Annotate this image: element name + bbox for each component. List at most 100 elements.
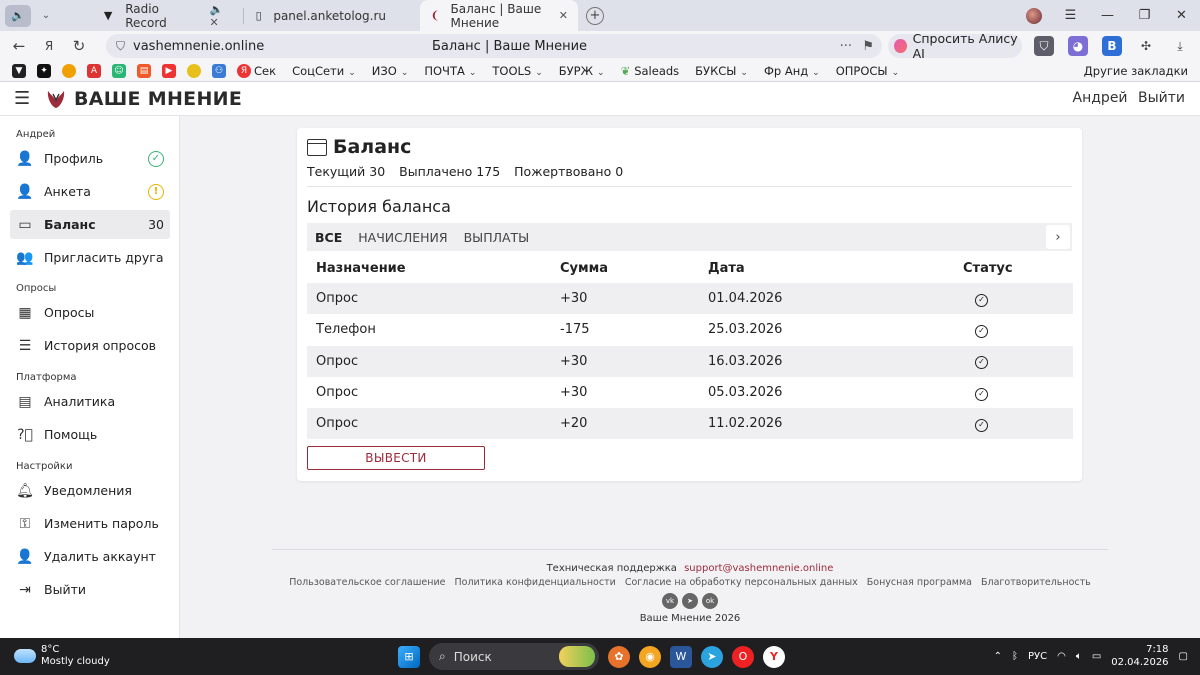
chevron-down-icon[interactable]: ⌄ (35, 5, 57, 27)
bookmark-folder[interactable]: ИЗО ⌄ (372, 64, 409, 78)
sidebar-item-questionnaire[interactable]: 👤 Анкета ! (10, 177, 170, 206)
chevron-right-icon[interactable]: › (1046, 225, 1070, 249)
logout-link[interactable]: Выйти (1138, 90, 1185, 106)
app-yellow-icon[interactable]: ◉ (639, 645, 661, 668)
footer-link-privacy[interactable]: Политика конфиденциальности (455, 577, 616, 588)
telegram-icon[interactable]: ➤ (701, 645, 723, 668)
tab-extra[interactable]: 🔈 ✕ (210, 3, 234, 29)
bookmark-item[interactable]: Я Сек (237, 64, 276, 79)
hamburger-menu-icon[interactable]: ☰ (14, 88, 34, 109)
withdraw-button[interactable]: ВЫВЕСТИ (307, 446, 485, 470)
volume-icon[interactable]: 🔈︎ (1076, 651, 1082, 662)
tab-balance[interactable]: ❨ Баланс | Ваше Мнение ✕ (420, 0, 578, 31)
opera-icon[interactable]: O (732, 645, 754, 668)
bookmark-coin-icon[interactable] (62, 64, 76, 78)
bookmark-green-icon[interactable]: ☺ (112, 64, 126, 78)
user-name[interactable]: Андрей (1073, 90, 1128, 106)
header-user-area: Андрей Выйти (1067, 90, 1185, 106)
more-icon[interactable]: ··· (840, 39, 852, 54)
tab-payouts[interactable]: ВЫПЛАТЫ (456, 223, 538, 251)
history-title: История баланса (307, 197, 451, 216)
bookmark-ali-icon[interactable]: A (87, 64, 101, 78)
footer-link-charity[interactable]: Благотворительность (981, 577, 1091, 588)
notifications-icon[interactable]: ▢ (1179, 651, 1188, 662)
sidebar-item-surveys[interactable]: ▦ Опросы (10, 298, 170, 327)
column-header: Дата (708, 260, 745, 276)
language-indicator[interactable]: РУС (1028, 651, 1047, 662)
footer-link-terms[interactable]: Пользовательское соглашение (289, 577, 445, 588)
vk-icon[interactable]: vk (662, 593, 678, 609)
new-tab-button[interactable]: + (586, 6, 604, 25)
restore-icon[interactable]: ❐ (1126, 8, 1163, 23)
yandex-browser-icon[interactable]: Y (763, 645, 785, 668)
sidebar-item-invite[interactable]: 👥 Пригласить друга (10, 243, 170, 272)
bookmark-folder[interactable]: ОПРОСЫ ⌄ (836, 64, 899, 78)
weather-widget[interactable]: 8°C Mostly cloudy (14, 644, 110, 668)
bluetooth-icon[interactable]: ᛒ (1012, 651, 1018, 662)
vk-extension-icon[interactable]: B (1102, 36, 1122, 56)
close-window-icon[interactable]: ✕ (1163, 8, 1200, 23)
telegram-icon[interactable]: ➤ (682, 593, 698, 609)
status-cell: ✓ (963, 345, 1073, 377)
word-icon[interactable]: W (670, 645, 692, 668)
clock[interactable]: 7:18 02.04.2026 (1111, 643, 1168, 669)
back-arrow-icon[interactable]: ← (4, 37, 34, 55)
ghost-extension-icon[interactable]: ◕ (1068, 36, 1088, 56)
windows-start-icon[interactable]: ⊞ (398, 645, 420, 668)
sidebar-item-help[interactable]: ?⃝ Помощь (10, 420, 170, 449)
taskbar-search[interactable]: ⌕ Поиск (429, 643, 599, 670)
site-logo-text[interactable]: ВАШЕ МНЕНИЕ (74, 88, 242, 110)
sidebar-item-profile[interactable]: 👤 Профиль ✓ (10, 144, 170, 173)
yandex-icon[interactable]: Я (34, 39, 64, 53)
bookmark-orange-icon[interactable]: ▤ (137, 64, 151, 78)
chevron-up-icon[interactable]: ⌃ (994, 651, 1002, 662)
bookmark-radio-icon[interactable]: ▼ (12, 64, 26, 78)
table-row: Опрос +30 05.03.2026 ✓ (307, 377, 1073, 408)
close-tab-icon[interactable]: ✕ (559, 9, 568, 22)
chevron-down-icon: ⌄ (348, 68, 356, 78)
key-icon: ⚿ (19, 515, 31, 532)
menu-icon[interactable]: ☰ (1052, 8, 1089, 23)
bookmark-star-icon[interactable]: ✦ (37, 64, 51, 78)
bookmark-item[interactable]: ❦ Saleads (621, 64, 680, 78)
bookmark-folder[interactable]: БУРЖ ⌄ (559, 64, 605, 78)
sidebar-item-notifications[interactable]: 🔔︎ Уведомления (10, 476, 170, 505)
url-field[interactable]: ⛉ vashemnenie.online Баланс | Ваше Мнени… (106, 34, 882, 58)
purpose-cell: Опрос (316, 385, 359, 401)
app-orange-icon[interactable]: ✿ (608, 645, 630, 668)
bookmark-folder[interactable]: Фр Анд ⌄ (764, 64, 820, 78)
browser-tab-bar: 🔊 ⌄ ▼ Radio Record 🔈 ✕ ▯ panel.anketolog… (0, 0, 1200, 31)
sidebar-item-change-password[interactable]: ⚿ Изменить пароль (10, 509, 170, 538)
sidebar-item-analytics[interactable]: ▤ Аналитика (10, 387, 170, 416)
ask-alice-button[interactable]: Спросить Алису AI (888, 31, 1022, 61)
wifi-icon[interactable]: ◠ (1057, 651, 1066, 662)
speaker-icon[interactable]: 🔊 (5, 4, 31, 27)
tab-all[interactable]: ВСЕ (307, 223, 350, 251)
download-icon[interactable]: ⤓ (1170, 36, 1190, 56)
bookmark-yellow-icon[interactable] (187, 64, 201, 78)
other-bookmarks[interactable]: Другие закладки (1084, 64, 1188, 78)
puzzle-icon[interactable]: ✣ (1136, 36, 1156, 56)
minimize-icon[interactable]: — (1089, 8, 1126, 23)
adblock-icon[interactable]: ⛉ (1034, 36, 1054, 56)
odnoklassniki-icon[interactable]: ok (702, 593, 718, 609)
bookmark-folder[interactable]: СоцСети ⌄ (292, 64, 356, 78)
bookmark-blue-icon[interactable]: ⚇ (212, 64, 226, 78)
sidebar-item-balance[interactable]: ▭ Баланс 30 (10, 210, 170, 239)
footer-link-consent[interactable]: Согласие на обработку персональных данны… (625, 577, 858, 588)
tab-anketolog[interactable]: ▯ panel.anketolog.ru (244, 0, 396, 31)
bookmark-icon[interactable]: ⚑ (862, 39, 874, 54)
footer-link-bonus[interactable]: Бонусная программа (867, 577, 972, 588)
tab-radio-record[interactable]: ▼ Radio Record 🔈 ✕ (91, 0, 243, 31)
youtube-icon[interactable]: ▶ (162, 64, 176, 78)
tab-accruals[interactable]: НАЧИСЛЕНИЯ (350, 223, 455, 251)
purpose-cell: Опрос (307, 345, 560, 377)
bookmark-folder[interactable]: TOOLS ⌄ (492, 64, 542, 78)
support-email-link[interactable]: support@vashemnenie.online (684, 563, 833, 574)
battery-icon[interactable]: ▭ (1092, 651, 1101, 662)
profile-avatar[interactable] (1026, 7, 1042, 24)
bookmark-folder[interactable]: БУКСЫ ⌄ (695, 64, 748, 78)
bookmark-folder[interactable]: ПОЧТА ⌄ (424, 64, 476, 78)
reload-icon[interactable]: ↻ (64, 37, 94, 55)
sidebar-item-survey-history[interactable]: ☰ История опросов (10, 331, 170, 360)
